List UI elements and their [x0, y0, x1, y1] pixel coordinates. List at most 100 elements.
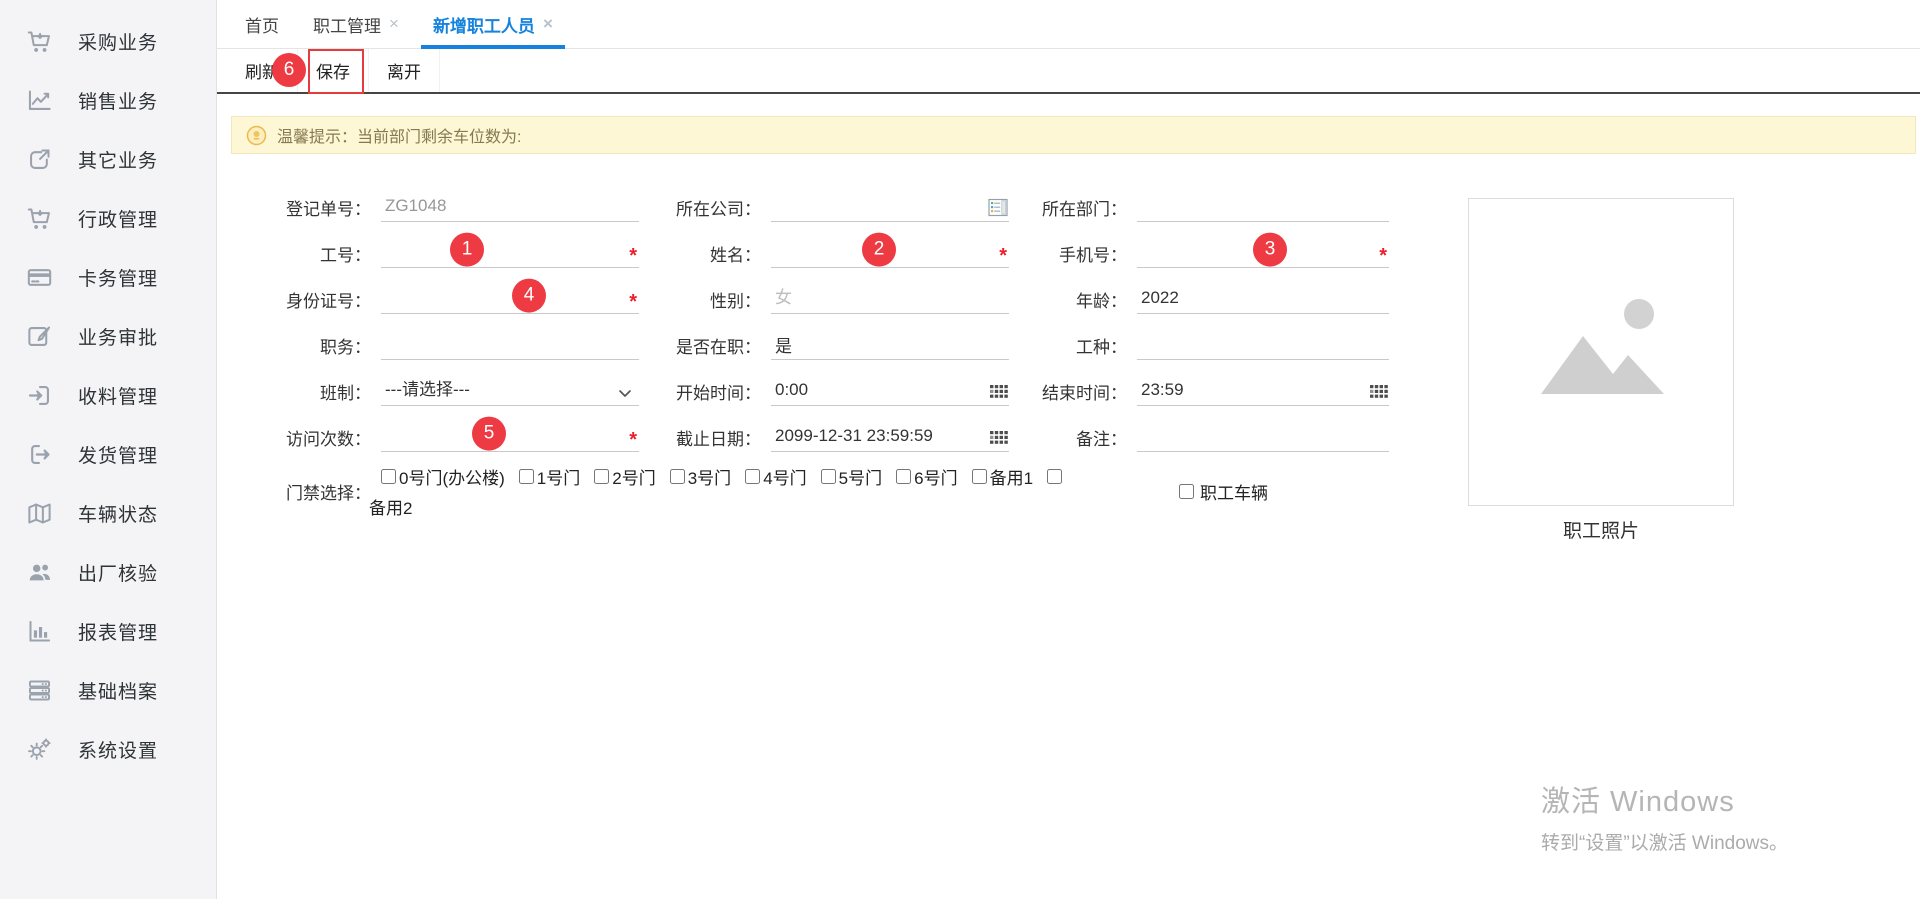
remark-input[interactable]: [1137, 426, 1389, 451]
reg-no-input[interactable]: [381, 196, 639, 221]
checkbox[interactable]: [1179, 484, 1194, 499]
gender-input[interactable]: [771, 288, 1009, 313]
sidebar-item-exit-check[interactable]: 出厂核验: [0, 543, 216, 602]
door-checkbox-group: 0号门(办公楼) 1号门 2号门 3号门 4号门 5号门 6号门 备用1 备用2: [381, 464, 1153, 519]
door-checkbox-2[interactable]: 2号门: [594, 464, 655, 489]
work-type-input[interactable]: [1137, 334, 1389, 359]
tab-add-employee[interactable]: 新增职工人员 ×: [421, 0, 565, 48]
sidebar-item-settings[interactable]: 系统设置: [0, 720, 216, 779]
tab-home[interactable]: 首页: [233, 0, 291, 48]
checkbox[interactable]: [821, 469, 836, 484]
company-input[interactable]: [771, 196, 1009, 221]
start-time-input[interactable]: [771, 380, 1009, 405]
annotation-badge-1: 1: [450, 232, 484, 266]
on-job-input[interactable]: [771, 334, 1009, 359]
gears-icon: [26, 736, 53, 763]
field-label: 截止日期：: [639, 425, 761, 450]
credit-card-icon: [26, 264, 53, 291]
tab-close-icon[interactable]: ×: [543, 14, 553, 34]
checkbox[interactable]: [896, 469, 911, 484]
required-mark: *: [629, 433, 637, 447]
dept-input[interactable]: [1137, 196, 1389, 221]
required-mark: *: [999, 249, 1007, 263]
sidebar-item-sales[interactable]: 销售业务: [0, 71, 216, 130]
sidebar-item-shipping[interactable]: 发货管理: [0, 425, 216, 484]
field-label: 职务：: [237, 333, 371, 358]
sidebar-item-other[interactable]: 其它业务: [0, 130, 216, 189]
end-time-input[interactable]: [1137, 380, 1389, 405]
sidebar-item-purchase[interactable]: 采购业务: [0, 12, 216, 71]
visits-input[interactable]: [381, 426, 639, 451]
users-icon: [26, 559, 53, 586]
checkbox[interactable]: [670, 469, 685, 484]
emp-no-input[interactable]: [381, 242, 639, 267]
sidebar-item-receiving[interactable]: 收料管理: [0, 366, 216, 425]
door-checkbox-3[interactable]: 3号门: [670, 464, 731, 489]
annotation-badge-3: 3: [1253, 232, 1287, 266]
sidebar-item-approval[interactable]: 业务审批: [0, 307, 216, 366]
employee-form: 登记单号： 所在公司： 所在部门： 工号：: [237, 184, 1427, 519]
app-window: 采购业务 销售业务 其它业务 行政管理 卡务管理 业务审批 收料管理: [0, 0, 1920, 899]
windows-watermark: 激活 Windows 转到“设置”以激活 Windows。: [1541, 778, 1788, 855]
field-label: 年龄：: [1009, 287, 1127, 312]
chevron-down-icon[interactable]: [617, 387, 633, 401]
sidebar-item-reports[interactable]: 报表管理: [0, 602, 216, 661]
shift-select[interactable]: ---请选择---: [381, 376, 639, 406]
sidebar-item-card[interactable]: 卡务管理: [0, 248, 216, 307]
door-checkbox-8[interactable]: [1047, 469, 1065, 484]
tab-employee-management[interactable]: 职工管理 ×: [301, 0, 411, 48]
sign-in-icon: [26, 382, 53, 409]
tab-close-icon[interactable]: ×: [389, 14, 399, 34]
checkbox[interactable]: [745, 469, 760, 484]
age-input[interactable]: [1137, 288, 1389, 313]
watermark-line1: 激活 Windows: [1541, 778, 1788, 820]
employee-vehicle-checkbox[interactable]: 职工车辆: [1179, 479, 1268, 504]
annotation-badge-5: 5: [472, 416, 506, 450]
sidebar-item-admin[interactable]: 行政管理: [0, 189, 216, 248]
field-label: 工种：: [1009, 333, 1127, 358]
sidebar-item-vehicle-status[interactable]: 车辆状态: [0, 484, 216, 543]
sidebar-item-label: 车辆状态: [78, 500, 158, 527]
field-label: 工号：: [237, 241, 371, 266]
duty-input[interactable]: [381, 334, 639, 359]
field-label: 登记单号：: [237, 195, 371, 220]
field-label: 姓名：: [639, 241, 761, 266]
sidebar-item-label: 采购业务: [78, 28, 158, 55]
annotation-badge-2: 2: [862, 232, 896, 266]
calendar-icon[interactable]: [990, 385, 1009, 401]
calendar-icon[interactable]: [1370, 385, 1389, 401]
checkbox[interactable]: [594, 469, 609, 484]
door-checkbox-6[interactable]: 6号门: [896, 464, 957, 489]
save-button[interactable]: 保存: [298, 49, 369, 92]
checkbox[interactable]: [1047, 469, 1062, 484]
door-checkbox-1[interactable]: 1号门: [519, 464, 580, 489]
sign-out-icon: [26, 441, 53, 468]
archive-icon: [26, 677, 53, 704]
calendar-icon[interactable]: [990, 431, 1009, 447]
field-label: 手机号：: [1009, 241, 1127, 266]
door-checkbox-5[interactable]: 5号门: [821, 464, 882, 489]
checkbox[interactable]: [972, 469, 987, 484]
main-content: 首页 职工管理 × 新增职工人员 × 刷新 保存 离开 6 温馨提示：当前部门剩…: [217, 0, 1920, 899]
line-chart-icon: [26, 87, 53, 114]
required-mark: *: [629, 249, 637, 263]
door-checkbox-7[interactable]: 备用1: [972, 464, 1033, 489]
employee-photo-box[interactable]: [1468, 198, 1734, 506]
field-label: 性别：: [639, 287, 761, 312]
field-label: 门禁选择：: [237, 479, 371, 504]
company-picker-icon[interactable]: [988, 198, 1009, 217]
sidebar: 采购业务 销售业务 其它业务 行政管理 卡务管理 业务审批 收料管理: [0, 0, 217, 899]
deadline-input[interactable]: [771, 426, 1009, 451]
checkbox[interactable]: [381, 469, 396, 484]
map-icon: [26, 500, 53, 527]
leave-button[interactable]: 离开: [369, 49, 440, 92]
annotation-badge-6: 6: [272, 53, 306, 87]
checkbox[interactable]: [519, 469, 534, 484]
required-mark: *: [629, 295, 637, 309]
sidebar-item-archives[interactable]: 基础档案: [0, 661, 216, 720]
door-checkbox-4[interactable]: 4号门: [745, 464, 806, 489]
toolbar: 刷新 保存 离开: [217, 49, 1920, 94]
field-label: 是否在职：: [639, 333, 761, 358]
id-card-input[interactable]: [381, 288, 639, 313]
door-checkbox-0[interactable]: 0号门(办公楼): [381, 464, 505, 489]
